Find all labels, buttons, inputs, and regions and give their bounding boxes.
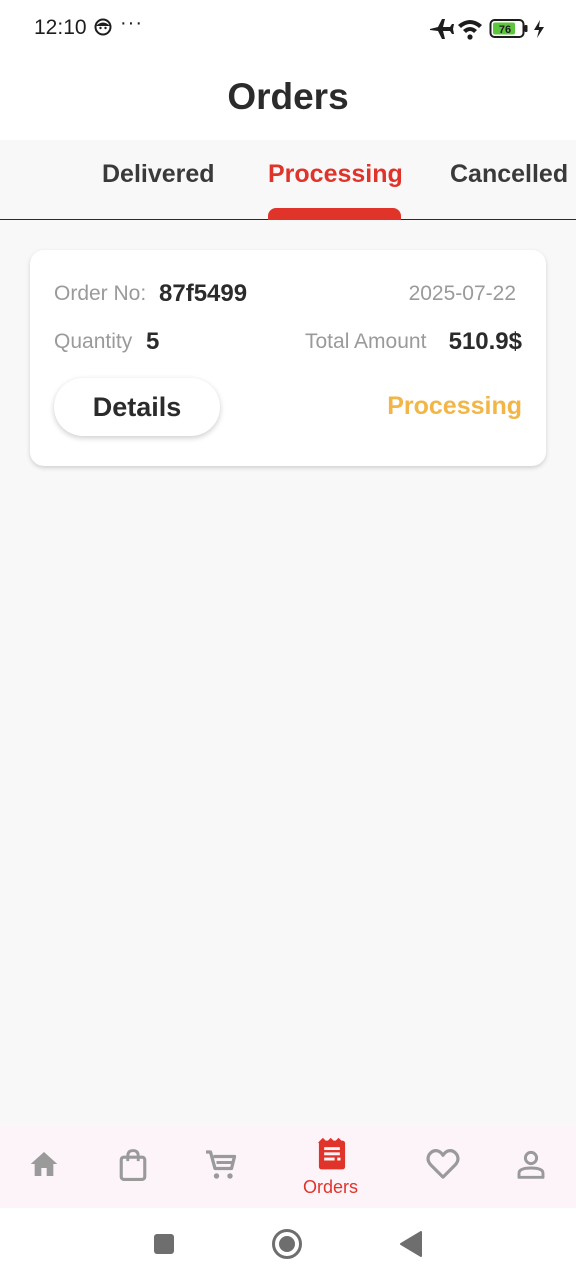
tab-active-indicator [268, 208, 401, 220]
nav-orders[interactable]: Orders [296, 1126, 368, 1208]
quantity-label: Quantity [54, 330, 133, 353]
details-button[interactable]: Details [54, 378, 220, 436]
order-tabs: Delivered Processing Cancelled [0, 140, 576, 220]
nav-home[interactable] [14, 1126, 76, 1208]
order-no-value: 87f5499 [159, 280, 248, 307]
quantity-value: 5 [146, 328, 160, 355]
nav-shop[interactable] [102, 1126, 164, 1208]
face-icon [94, 18, 112, 36]
status-overflow-dots: ··· [120, 12, 143, 34]
nav-wishlist[interactable] [412, 1126, 474, 1208]
total-amount-value: 510.9$ [448, 328, 522, 355]
page-title: Orders [227, 76, 349, 117]
home-button-icon[interactable] [271, 1228, 303, 1260]
profile-icon [517, 1150, 545, 1179]
wifi-icon [458, 20, 482, 40]
shopping-bag-icon [119, 1149, 147, 1181]
orders-icon [318, 1138, 346, 1170]
order-no-label: Order No: [54, 282, 147, 305]
airplane-icon [430, 19, 454, 39]
cart-icon [206, 1150, 237, 1179]
nav-orders-label: Orders [303, 1177, 359, 1197]
tab-delivered[interactable]: Delivered [102, 160, 215, 189]
charging-icon [534, 20, 544, 38]
status-time: 12:10 [34, 16, 87, 39]
heart-icon [426, 1148, 460, 1179]
home-icon [30, 1152, 58, 1176]
nav-profile[interactable] [500, 1126, 562, 1208]
back-icon[interactable] [398, 1230, 424, 1258]
bottom-nav: Orders [0, 1126, 576, 1208]
order-card: Order No: 87f5499 2025-07-22 Quantity 5 … [30, 250, 546, 466]
tab-processing[interactable]: Processing [268, 160, 403, 189]
order-date: 2025-07-22 [408, 282, 516, 305]
recents-icon[interactable] [152, 1232, 176, 1256]
battery-icon: 76 [489, 19, 528, 38]
tab-cancelled[interactable]: Cancelled [450, 160, 568, 189]
header: Orders [0, 56, 576, 140]
status-icons: 76 [430, 19, 544, 40]
nav-cart[interactable] [190, 1126, 252, 1208]
svg-text:76: 76 [499, 24, 511, 36]
total-amount-label: Total Amount [305, 330, 427, 353]
order-status: Processing [387, 392, 522, 420]
status-bar: 12:10 ··· 76 [0, 0, 576, 56]
system-nav-bar [0, 1208, 576, 1280]
